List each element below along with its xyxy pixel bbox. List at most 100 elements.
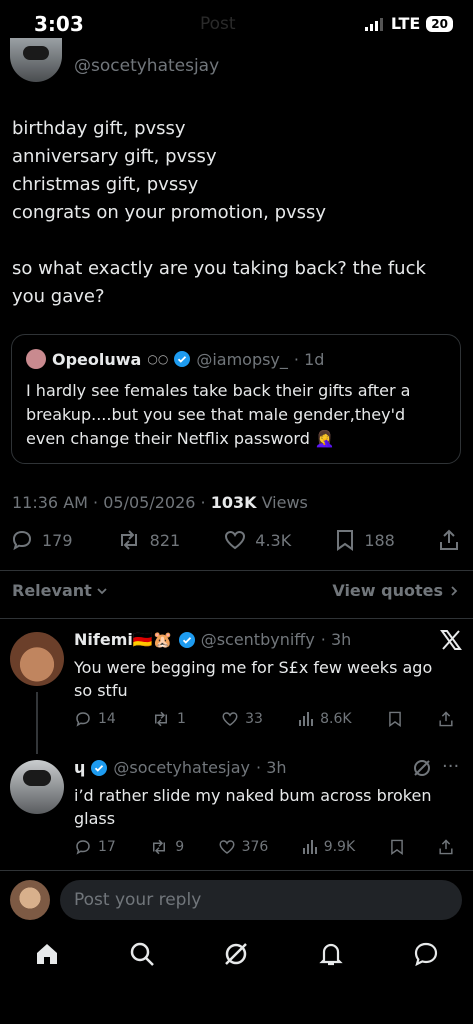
tweet-line: birthday gift, pvssy (12, 118, 186, 139)
views-count: 9.9K (323, 839, 356, 855)
reply-author-name[interactable]: Nifemi🇩🇪🐹 (74, 630, 173, 649)
x-logo-icon (440, 630, 462, 650)
reply-placeholder: Post your reply (74, 890, 202, 910)
reply-input[interactable]: Post your reply (60, 880, 462, 920)
repost-count: 1 (177, 711, 186, 727)
more-options-icon[interactable]: ··· (442, 756, 459, 777)
views-button[interactable]: 9.9K (302, 839, 355, 855)
bookmark-icon[interactable] (389, 838, 405, 856)
chevron-right-icon (451, 585, 458, 596)
reply-text: i’d rather slide my naked bum across bro… (74, 786, 432, 828)
quote-time: · 1d (293, 349, 325, 369)
my-avatar[interactable] (10, 880, 50, 920)
view-quotes-link[interactable]: View quotes (332, 581, 459, 600)
like-count: 33 (245, 711, 263, 727)
reply-icon (76, 712, 90, 727)
home-icon[interactable] (33, 940, 61, 968)
messages-icon[interactable] (412, 940, 440, 968)
status-indicators: LTE 20 (364, 14, 453, 33)
share-icon[interactable] (438, 838, 454, 856)
author-avatar[interactable] (10, 38, 62, 82)
reply-time: · 3h (320, 630, 352, 649)
bookmark-button[interactable]: 188 (334, 528, 395, 552)
reply-count: 14 (98, 711, 116, 727)
reply-icon (12, 530, 32, 551)
reply-icon (76, 840, 90, 855)
verified-icon (91, 759, 108, 776)
tweet-meta: 11:36 AM · 05/05/2026 · 103K Views (12, 493, 308, 512)
divider (0, 870, 473, 871)
views-count: 8.6K (320, 711, 352, 727)
reply-text: You were begging me for S£x few weeks ag… (74, 658, 433, 700)
tweet-line: christmas gift, pvssy (12, 174, 199, 195)
reply-count: 179 (42, 530, 73, 550)
repost-button[interactable]: 1 (151, 710, 186, 728)
tweet-line (12, 227, 452, 255)
heart-icon (225, 530, 246, 550)
reply-avatar[interactable] (10, 632, 64, 686)
reply-actions: 17 9 376 9.9K (74, 838, 454, 856)
like-count: 4.3K (255, 530, 292, 550)
grok-icon[interactable] (412, 758, 432, 778)
tweet-line: congrats on your promotion, pvssy (12, 202, 327, 223)
author-handle[interactable]: @socetyhatesjay (74, 56, 219, 76)
reply-handle[interactable]: @socetyhatesjay (113, 758, 250, 777)
repost-button[interactable]: 821 (116, 528, 181, 552)
reply-author-name[interactable]: ɥ (74, 758, 85, 777)
notifications-icon[interactable] (317, 940, 345, 968)
quote-card[interactable]: Opeoluwa ○○ @iamopsy_ · 1d I hardly see … (11, 334, 461, 464)
heart-icon (219, 840, 235, 854)
page-title: Post (200, 14, 236, 34)
reply-header: Nifemi🇩🇪🐹 @scentbyniffy · 3h (74, 630, 351, 649)
quote-author-name: Opeoluwa (52, 349, 142, 369)
reply-button[interactable]: 17 (74, 838, 116, 856)
bottom-nav (0, 940, 473, 968)
views-button[interactable]: 8.6K (298, 711, 352, 727)
quote-text: I hardly see females take back their gif… (26, 381, 411, 448)
quote-avatar (26, 349, 46, 369)
bookmark-icon[interactable] (387, 710, 403, 728)
reply-avatar[interactable] (10, 760, 64, 814)
reply-button[interactable]: 179 (10, 528, 73, 552)
bookmark-count: 188 (364, 530, 395, 550)
verified-icon (178, 631, 195, 648)
reply-count: 17 (98, 839, 116, 855)
grok-icon[interactable] (222, 940, 250, 968)
handcuffs-icon: ○○ (147, 352, 169, 366)
reply-time: · 3h (256, 758, 287, 777)
verified-icon (174, 351, 191, 367)
thread-line (36, 692, 38, 754)
share-icon[interactable] (438, 710, 454, 728)
signal-icon (364, 17, 383, 31)
chevron-down-icon (97, 587, 107, 594)
sort-dropdown[interactable]: Relevant (12, 581, 108, 600)
reply-actions: 14 1 33 8.6K (74, 710, 454, 728)
repost-count: 9 (175, 839, 185, 855)
divider (0, 570, 473, 571)
tweet-text: birthday gift, pvssy anniversary gift, p… (12, 115, 452, 311)
tweet-actions: 179 821 4.3K 188 (10, 528, 460, 552)
share-icon (439, 529, 458, 550)
tweet-timestamp: 11:36 AM · 05/05/2026 · (12, 493, 211, 512)
reply-handle[interactable]: @scentbyniffy (201, 630, 315, 649)
bookmark-icon (337, 530, 354, 551)
repost-count: 821 (149, 530, 181, 550)
reply-header: ɥ @socetyhatesjay · 3h (74, 758, 287, 777)
like-button[interactable]: 33 (221, 710, 263, 728)
quote-header: Opeoluwa ○○ @iamopsy_ · 1d (26, 349, 324, 369)
reply-button[interactable]: 14 (74, 710, 116, 728)
share-button[interactable] (438, 528, 460, 552)
like-button[interactable]: 4.3K (223, 528, 291, 552)
search-icon[interactable] (128, 940, 156, 968)
status-time: 3:03 (34, 12, 84, 36)
heart-icon (222, 712, 238, 726)
like-count: 376 (241, 839, 269, 855)
like-button[interactable]: 376 (218, 838, 269, 856)
repost-icon (120, 530, 137, 550)
analytics-icon (302, 840, 317, 854)
network-label: LTE (390, 14, 421, 33)
repost-button[interactable]: 9 (149, 838, 184, 856)
battery-level: 20 (426, 15, 453, 32)
sort-label: Relevant (12, 581, 92, 600)
tweet-line: so what exactly are you taking back? the… (12, 258, 426, 307)
